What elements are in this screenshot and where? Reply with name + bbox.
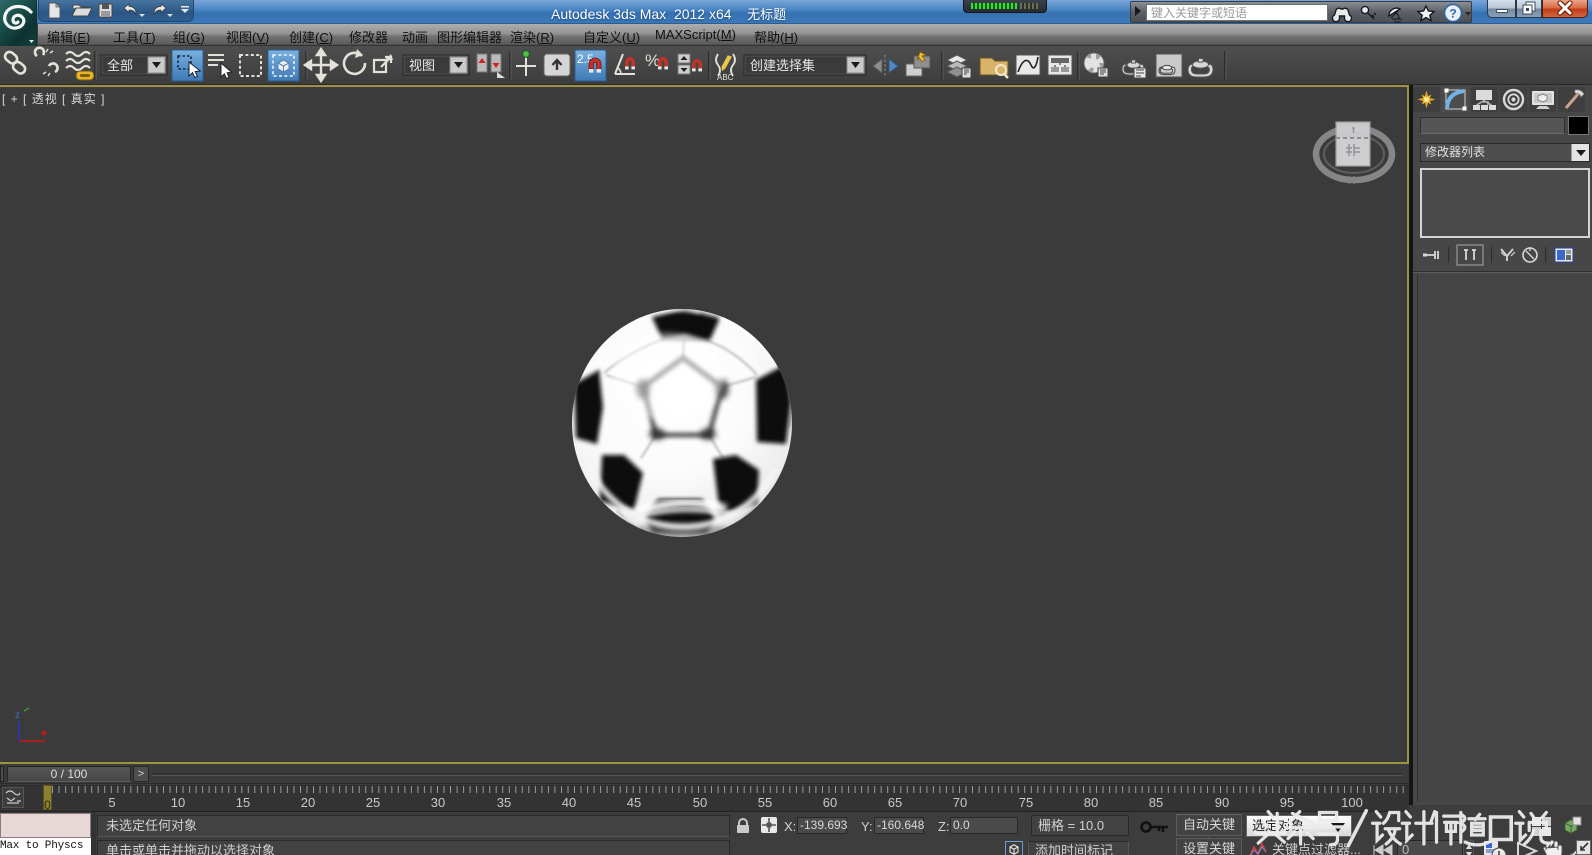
svg-text:%: % [645, 51, 660, 70]
svg-text:30: 30 [431, 795, 445, 810]
svg-text:35: 35 [497, 795, 511, 810]
svg-text:25: 25 [366, 795, 380, 810]
svg-text:5: 5 [108, 795, 115, 810]
svg-text:75: 75 [1019, 795, 1033, 810]
svg-text:65: 65 [888, 795, 902, 810]
svg-text:85: 85 [1149, 795, 1163, 810]
svg-text:视图: 视图 [409, 58, 435, 73]
svg-text:80: 80 [1084, 795, 1098, 810]
svg-text:90: 90 [1215, 795, 1229, 810]
svg-text:创建选择集: 创建选择集 [750, 58, 815, 73]
svg-text:70: 70 [953, 795, 967, 810]
svg-text:10: 10 [171, 795, 185, 810]
svg-text:20: 20 [301, 795, 315, 810]
svg-text:50: 50 [693, 795, 707, 810]
svg-text:全部: 全部 [107, 58, 133, 73]
svg-text:40: 40 [562, 795, 576, 810]
svg-text:?: ? [1449, 7, 1456, 21]
svg-text:ABC: ABC [717, 73, 734, 82]
svg-text:45: 45 [627, 795, 641, 810]
svg-text:z: z [15, 710, 20, 721]
svg-text:60: 60 [823, 795, 837, 810]
svg-text:55: 55 [758, 795, 772, 810]
svg-text:15: 15 [236, 795, 250, 810]
